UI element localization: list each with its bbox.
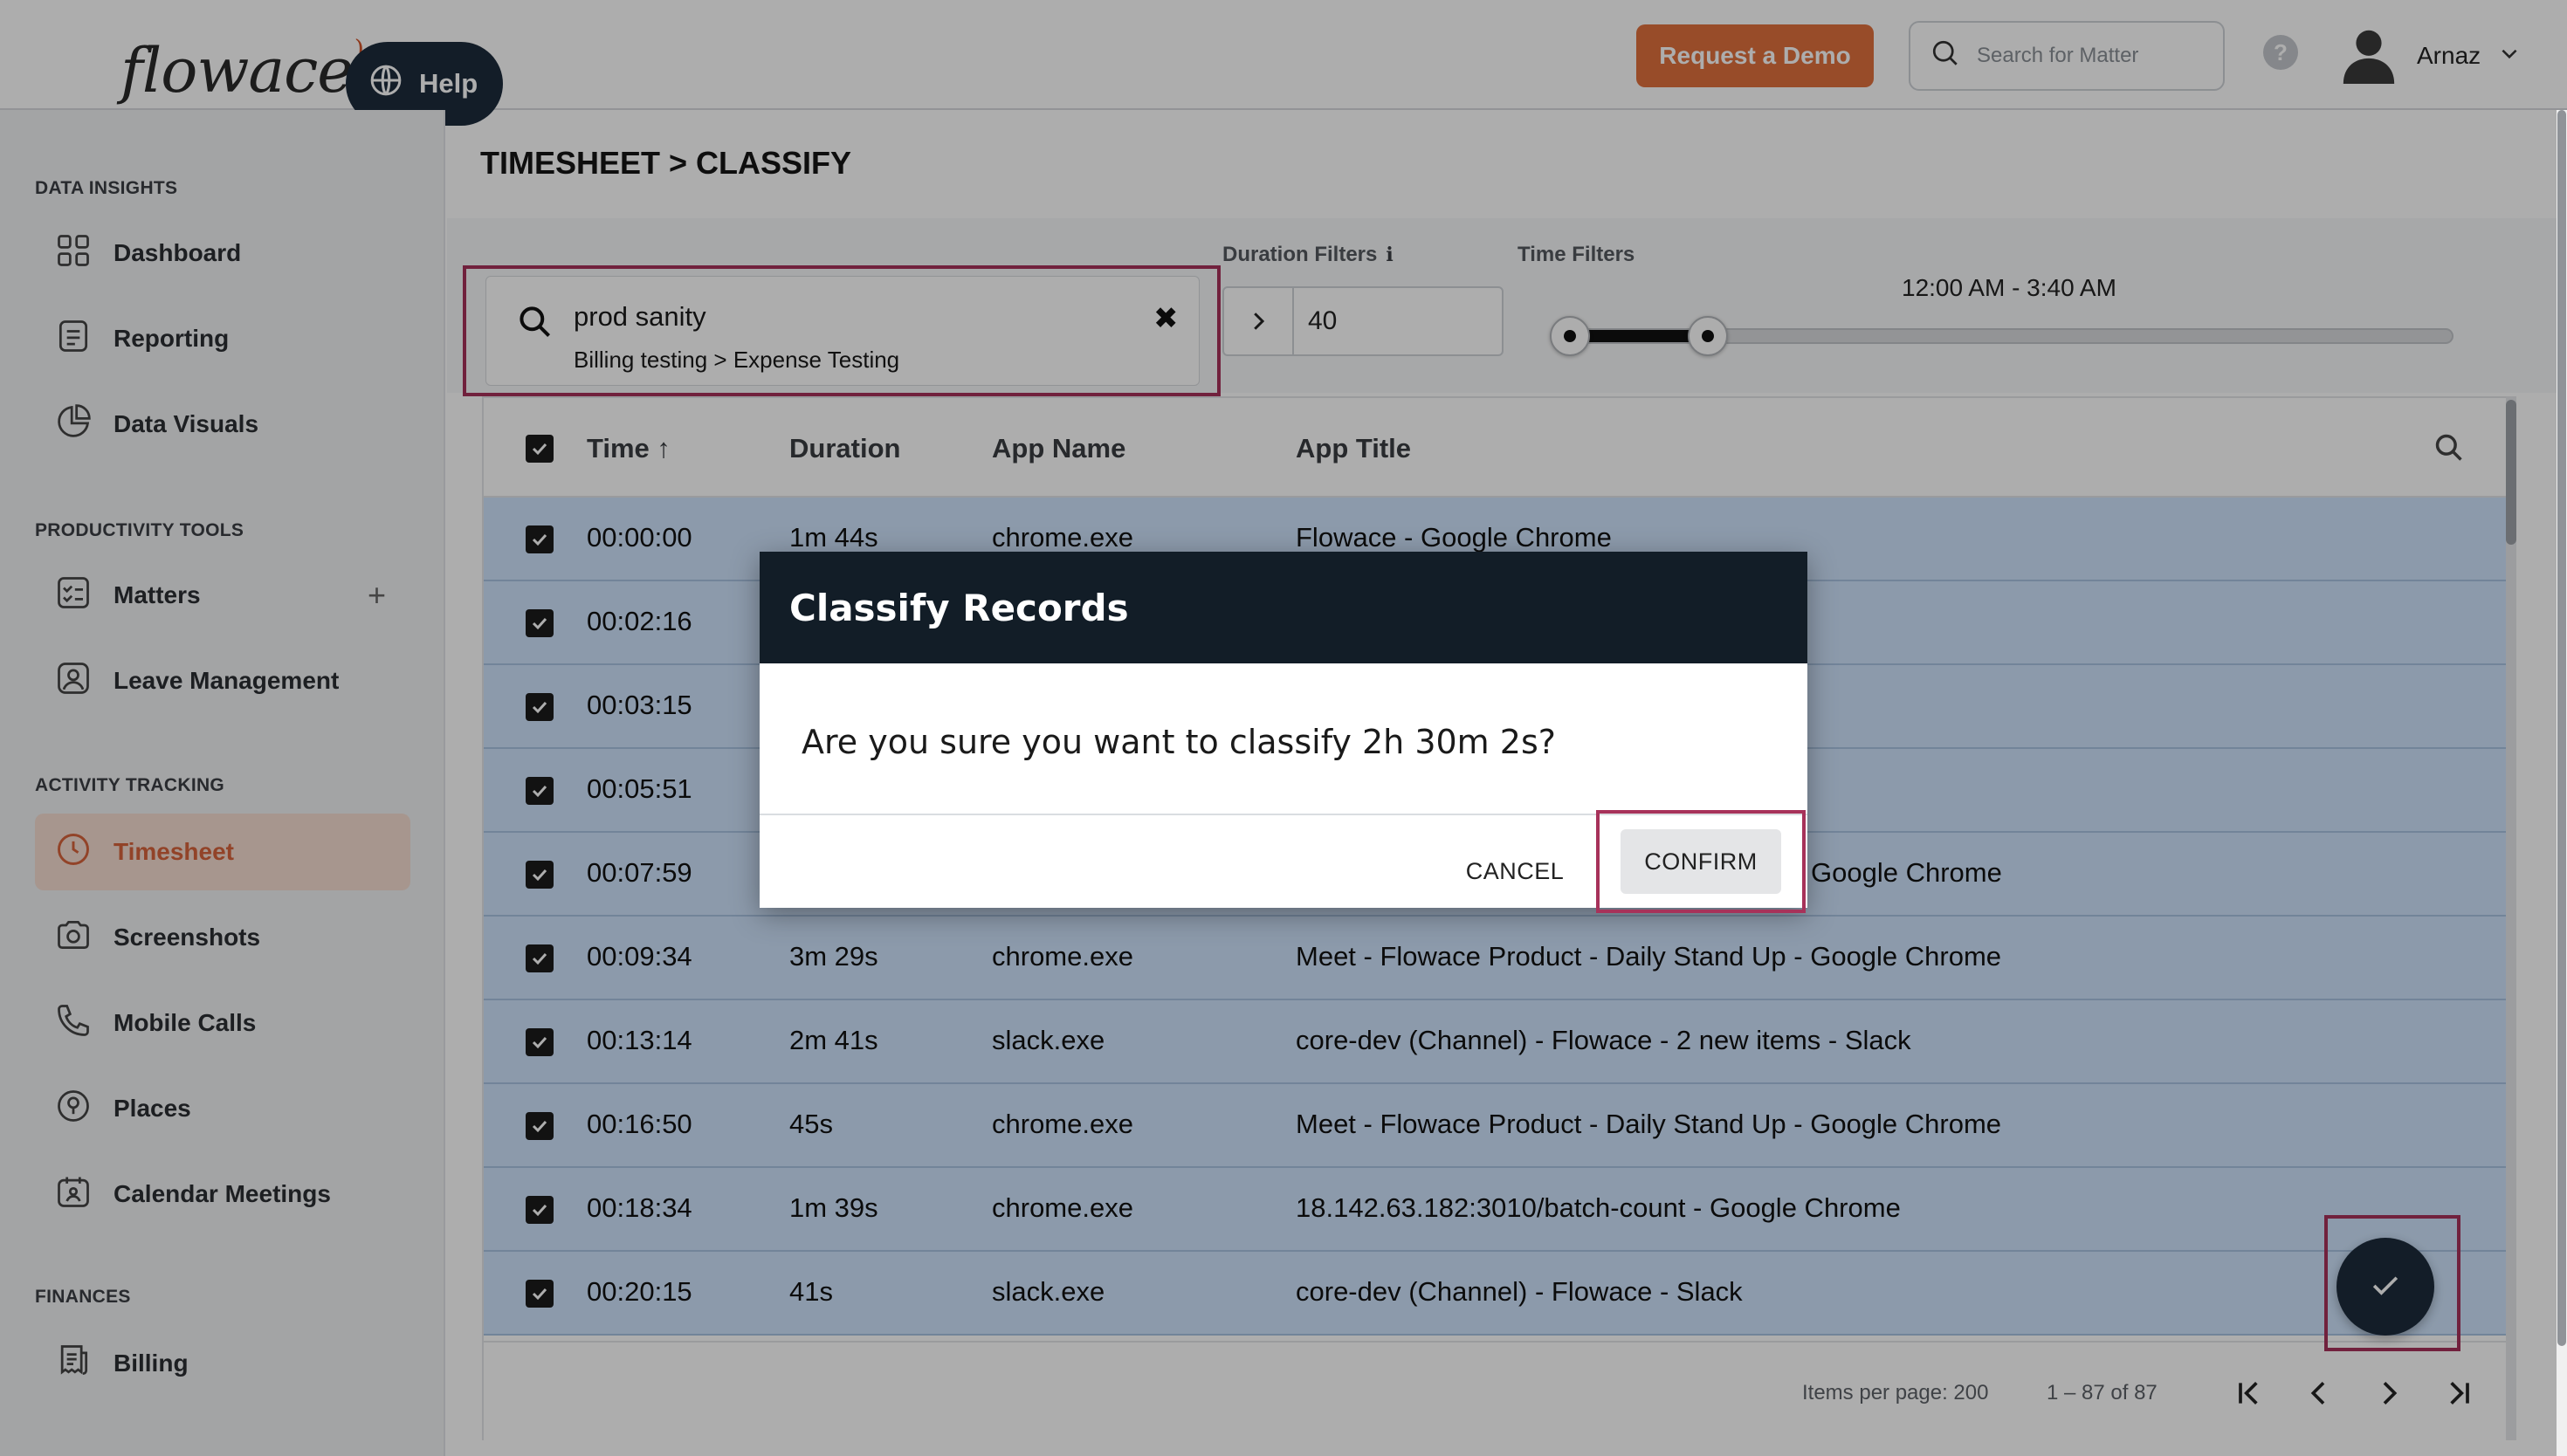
cancel-button[interactable]: CANCEL bbox=[1458, 847, 1572, 896]
page-scrollbar[interactable] bbox=[2557, 110, 2567, 1456]
confirm-button[interactable]: CONFIRM bbox=[1621, 829, 1781, 894]
dialog-title: Classify Records bbox=[760, 552, 1807, 663]
dialog-message: Are you sure you want to classify 2h 30m… bbox=[802, 723, 1556, 761]
